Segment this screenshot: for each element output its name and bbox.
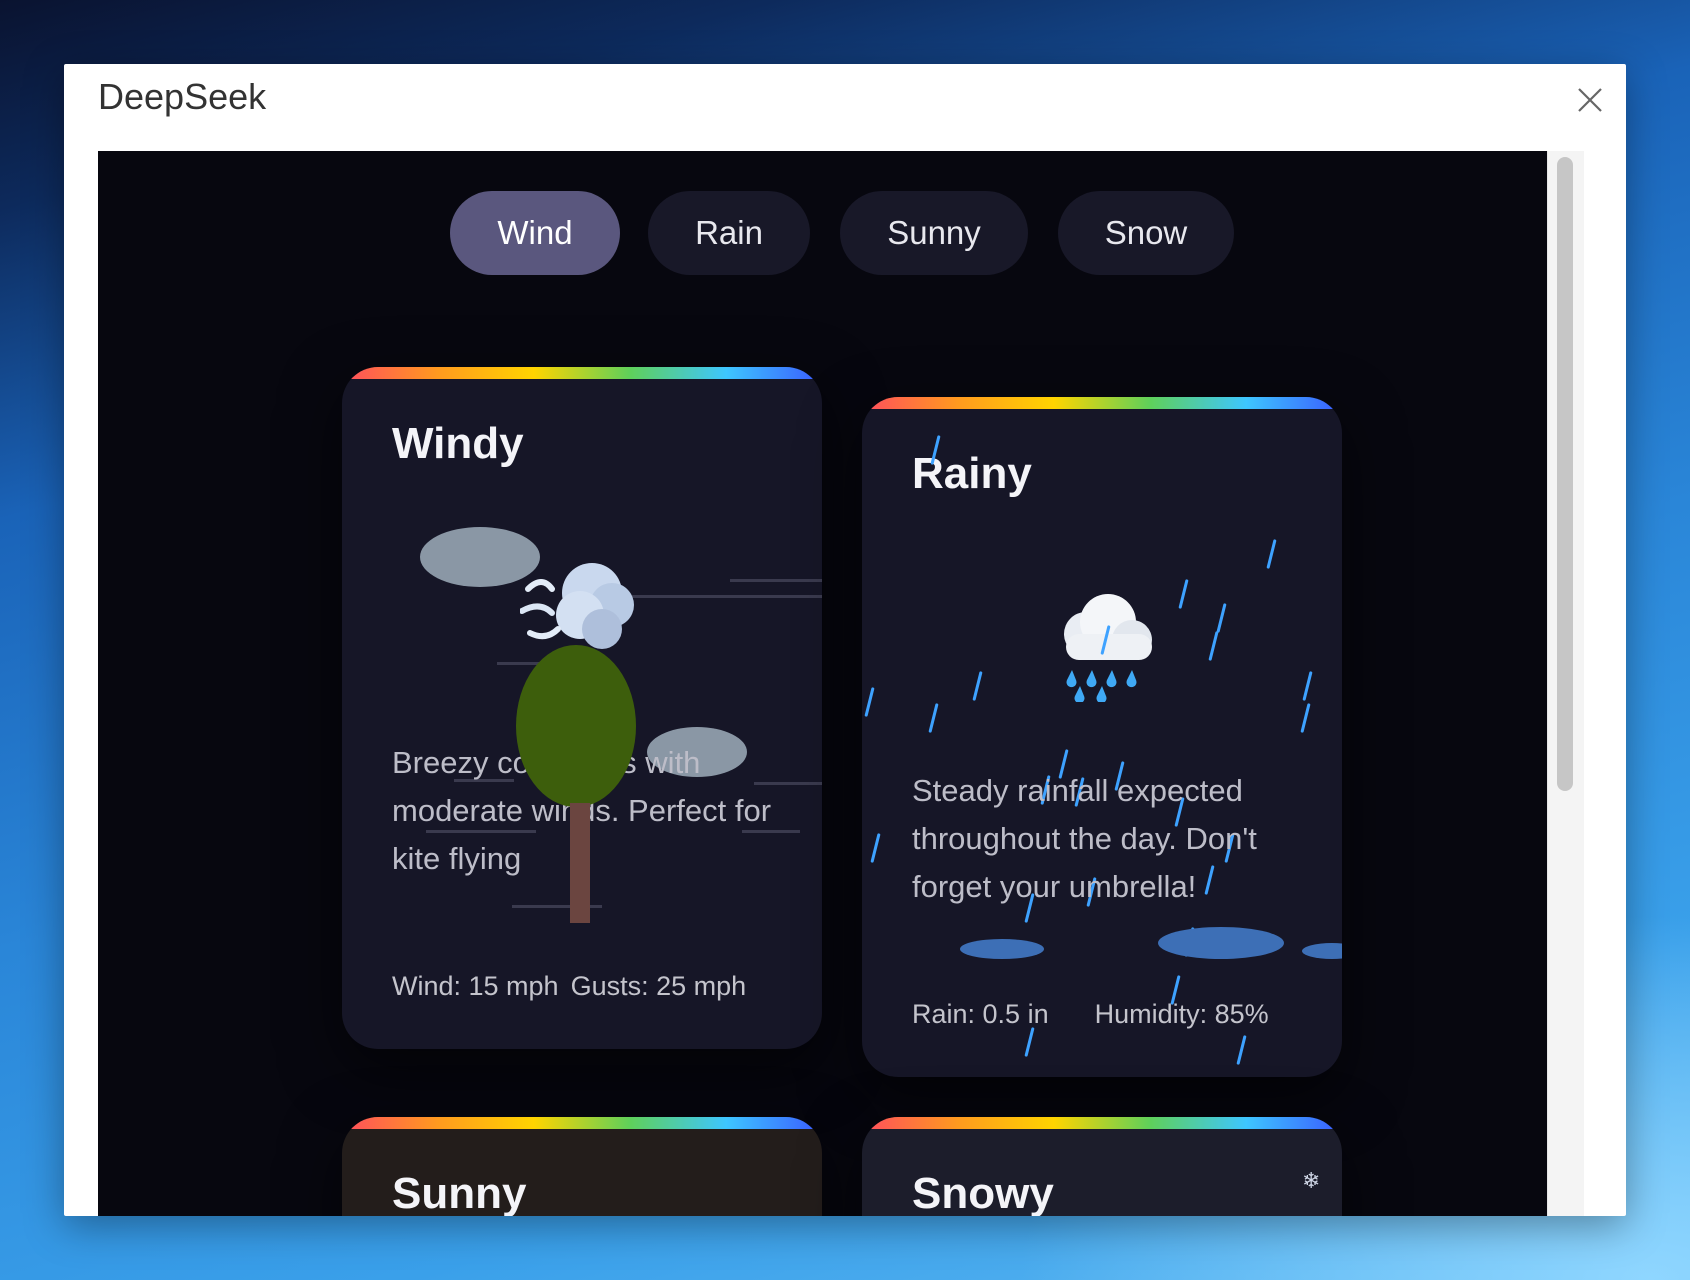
tab-sunny[interactable]: Sunny xyxy=(840,191,1028,275)
window-title: DeepSeek xyxy=(98,76,267,117)
wind-streak xyxy=(632,595,822,598)
stat-gusts: Gusts: 25 mph xyxy=(570,971,747,1001)
tree-trunk xyxy=(570,803,590,923)
wind-streak xyxy=(730,579,822,582)
tab-label: Rain xyxy=(695,214,763,251)
snowy-card[interactable]: Snowy ❄ xyxy=(862,1117,1342,1216)
snowflake-icon: ❄ xyxy=(1302,1169,1321,1194)
card-title: Windy xyxy=(392,419,524,468)
puddle xyxy=(1158,927,1284,959)
gradient-bar xyxy=(862,1117,1342,1129)
scrollbar[interactable] xyxy=(1547,151,1584,1216)
raindrop xyxy=(1024,1027,1035,1057)
raindrop xyxy=(864,687,875,717)
tab-rain[interactable]: Rain xyxy=(648,191,810,275)
gradient-bar xyxy=(342,1117,822,1129)
close-icon[interactable] xyxy=(1574,84,1606,116)
raindrop xyxy=(972,671,983,701)
wind-face-icon xyxy=(519,549,644,659)
tree-canopy xyxy=(516,645,636,807)
card-title: Snowy xyxy=(912,1169,1054,1216)
tab-wind[interactable]: Wind xyxy=(450,191,620,275)
stat-wind: Wind: 15 mph xyxy=(392,971,559,1001)
tab-snow[interactable]: Snow xyxy=(1058,191,1234,275)
tab-label: Wind xyxy=(497,214,573,251)
weather-tabs: Wind Rain Sunny Snow xyxy=(98,191,1548,275)
raindrop xyxy=(1266,539,1277,569)
sunny-card[interactable]: Sunny xyxy=(342,1117,822,1216)
card-description: Steady rainfall expected throughout the … xyxy=(912,773,1257,904)
tab-label: Snow xyxy=(1104,214,1188,251)
raindrop xyxy=(1236,1035,1247,1065)
gradient-bar xyxy=(862,397,1342,409)
card-title: Sunny xyxy=(392,1169,527,1216)
app-window: DeepSeek Wind Rain Sunny Snow Windy Bree… xyxy=(64,64,1626,1216)
card-title: Rainy xyxy=(912,449,1032,498)
raindrop xyxy=(1178,579,1189,609)
stat-humidity: Humidity: 85% xyxy=(1094,999,1269,1029)
windy-card[interactable]: Windy Breezy with moderate Perfect for k… xyxy=(342,367,822,1049)
puddle xyxy=(1302,943,1342,959)
rainy-card[interactable]: Rainy Steady rainfall expected throughou… xyxy=(862,397,1342,1077)
raindrop xyxy=(1302,671,1313,701)
raindrop xyxy=(870,833,881,863)
raindrop xyxy=(1300,703,1311,733)
stat-rain: Rain: 0.5 in xyxy=(912,999,1049,1029)
raindrop xyxy=(1216,603,1227,633)
puddle xyxy=(960,939,1044,959)
raindrop xyxy=(1208,631,1219,661)
wind-stats: Wind: 15 mph Gusts: 25 mph xyxy=(392,971,746,1002)
scroll-thumb[interactable] xyxy=(1557,157,1573,791)
rain-stats: Rain: 0.5 in Humidity: 85% xyxy=(912,999,1269,1030)
gradient-bar xyxy=(342,367,822,379)
tab-label: Sunny xyxy=(887,214,981,251)
raindrop xyxy=(928,703,939,733)
weather-viewport: Wind Rain Sunny Snow Windy Breezy with m… xyxy=(98,151,1584,1216)
cloud-with-rain-icon xyxy=(1042,582,1162,704)
